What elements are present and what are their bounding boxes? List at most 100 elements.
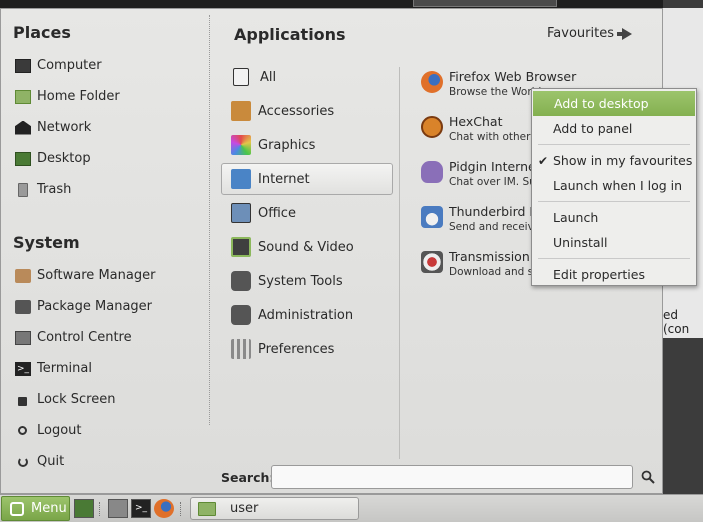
lock-icon — [18, 397, 27, 406]
app-name: Thunderbird M — [449, 204, 541, 219]
search-input[interactable] — [271, 465, 633, 489]
places-item-label: Network — [37, 120, 92, 135]
context-item-label: Show in my favourites — [553, 153, 693, 168]
control-centre-icon — [15, 330, 31, 345]
category-graphics[interactable]: Graphics — [221, 129, 393, 161]
window-button-label: user — [230, 501, 259, 516]
system-item-quit[interactable]: Quit — [15, 446, 155, 477]
category-sound-video[interactable]: Sound & Video — [221, 231, 393, 263]
taskbar-separator — [99, 502, 102, 516]
category-label: Office — [258, 205, 296, 221]
software-manager-icon — [15, 268, 31, 283]
places-item-computer[interactable]: Computer — [15, 50, 120, 81]
context-item-uninstall[interactable]: Uninstall — [532, 230, 696, 255]
context-item-label: Launch when I log in — [553, 178, 683, 193]
context-item-edit-properties[interactable]: Edit properties — [532, 262, 696, 287]
category-system-tools[interactable]: System Tools — [221, 265, 393, 297]
package-manager-icon — [15, 299, 31, 314]
background-window-tab — [413, 0, 557, 7]
search-label: Search: — [221, 470, 275, 485]
places-item-label: Trash — [37, 182, 72, 197]
places-item-label: Home Folder — [37, 89, 120, 104]
system-item-label: Package Manager — [37, 299, 153, 314]
app-name: Firefox Web Browser — [449, 69, 577, 84]
applications-heading: Applications — [234, 25, 346, 44]
system-item-logout[interactable]: Logout — [15, 415, 155, 446]
system-item-lock-screen[interactable]: Lock Screen — [15, 384, 155, 415]
computer-icon — [15, 58, 31, 73]
graphics-icon — [231, 135, 251, 155]
context-item-launch-on-login[interactable]: Launch when I log in — [532, 173, 696, 198]
arrow-right-icon — [616, 27, 632, 40]
context-menu: Add to desktop Add to panel ✔ Show in my… — [531, 88, 697, 286]
desktop-background — [0, 0, 703, 8]
terminal-launcher-icon[interactable]: >_ — [131, 499, 151, 518]
menu-separator — [538, 201, 690, 202]
sound-video-icon — [231, 237, 251, 257]
category-label: System Tools — [258, 273, 343, 289]
places-item-label: Computer — [37, 58, 102, 73]
administration-icon — [231, 305, 251, 325]
system-item-label: Software Manager — [37, 268, 156, 283]
search-icon[interactable] — [641, 470, 655, 484]
system-item-label: Control Centre — [37, 330, 132, 345]
power-icon — [18, 456, 28, 467]
category-office[interactable]: Office — [221, 197, 393, 229]
category-administration[interactable]: Administration — [221, 299, 393, 331]
category-label: All — [260, 69, 277, 85]
places-item-network[interactable]: Network — [15, 112, 120, 143]
logout-icon — [18, 426, 27, 435]
folder-icon — [198, 501, 216, 516]
firefox-launcher-icon[interactable] — [154, 499, 174, 518]
internet-icon — [231, 169, 251, 189]
hexchat-icon — [421, 116, 443, 138]
system-item-label: Logout — [37, 423, 82, 438]
system-item-software-manager[interactable]: Software Manager — [15, 260, 155, 291]
file-manager-launcher-icon[interactable] — [108, 499, 128, 518]
category-all[interactable]: All — [221, 61, 393, 93]
category-accessories[interactable]: Accessories — [221, 95, 393, 127]
context-item-show-in-favourites[interactable]: ✔ Show in my favourites — [532, 148, 696, 173]
category-internet[interactable]: Internet — [221, 163, 393, 195]
system-tools-icon — [231, 271, 251, 291]
places-list: Computer Home Folder Network Desktop Tra… — [15, 50, 120, 205]
window-button-user[interactable]: user — [190, 497, 359, 520]
column-divider — [399, 67, 400, 459]
accessories-icon — [231, 101, 251, 121]
desktop-icon — [15, 151, 31, 166]
system-item-terminal[interactable]: >_ Terminal — [15, 353, 155, 384]
context-item-launch[interactable]: Launch — [532, 205, 696, 230]
show-desktop-icon[interactable] — [74, 499, 94, 518]
favourites-button[interactable]: Favourites — [547, 26, 632, 41]
places-item-home-folder[interactable]: Home Folder — [15, 81, 120, 112]
context-item-add-to-desktop[interactable]: Add to desktop — [533, 91, 695, 116]
app-description: Download and sh — [449, 266, 540, 278]
places-item-trash[interactable]: Trash — [15, 174, 120, 205]
category-label: Preferences — [258, 341, 335, 357]
checkmark-icon: ✔ — [538, 153, 549, 168]
app-name: Transmission — [449, 249, 530, 264]
home-folder-icon — [15, 89, 31, 104]
places-item-desktop[interactable]: Desktop — [15, 143, 120, 174]
category-label: Graphics — [258, 137, 316, 153]
context-item-add-to-panel[interactable]: Add to panel — [532, 116, 696, 141]
taskbar-separator — [180, 502, 183, 516]
system-item-package-manager[interactable]: Package Manager — [15, 291, 155, 322]
context-item-label: Edit properties — [553, 267, 645, 282]
column-divider — [209, 15, 210, 425]
taskbar: Menu >_ user — [0, 494, 703, 522]
system-list: Software Manager Package Manager Control… — [15, 260, 155, 477]
app-name: HexChat — [449, 114, 503, 129]
system-item-control-centre[interactable]: Control Centre — [15, 322, 155, 353]
transmission-icon — [421, 251, 443, 273]
favourites-label: Favourites — [547, 26, 614, 41]
category-preferences[interactable]: Preferences — [221, 333, 393, 365]
category-list: All Accessories Graphics Internet Office… — [221, 61, 393, 367]
category-label: Internet — [258, 171, 310, 187]
category-label: Accessories — [258, 103, 335, 119]
network-icon — [15, 120, 31, 135]
system-item-label: Terminal — [37, 361, 92, 376]
preferences-icon — [231, 339, 251, 359]
menu-button[interactable]: Menu — [1, 496, 70, 521]
places-heading: Places — [13, 23, 71, 42]
